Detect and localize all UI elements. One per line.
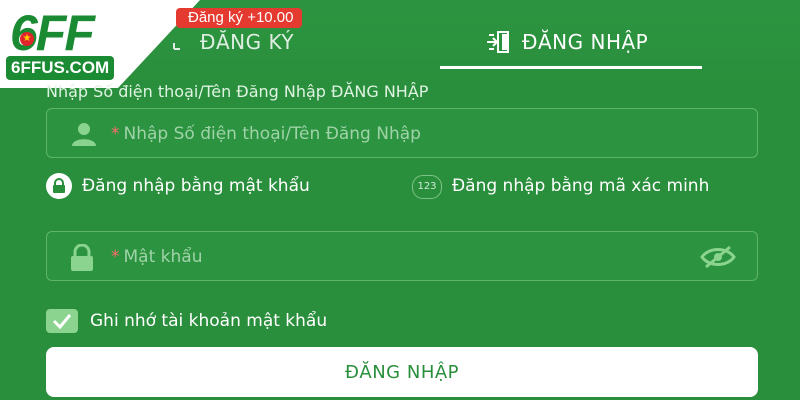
login-by-code-option[interactable]: 123 Đăng nhập bằng mã xác minh bbox=[412, 175, 732, 199]
tab-register[interactable]: ĐĂNG KÝ bbox=[172, 26, 294, 58]
username-input[interactable]: * Nhập Số điện thoại/Tên Đăng Nhập bbox=[46, 108, 758, 158]
user-add-icon bbox=[173, 43, 180, 50]
tab-login-label: ĐĂNG NHẬP bbox=[522, 30, 649, 54]
username-placeholder: Nhập Số điện thoại/Tên Đăng Nhập bbox=[123, 124, 421, 144]
remember-label: Ghi nhớ tài khoản mật khẩu bbox=[90, 311, 328, 331]
login-by-password-label: Đăng nhập bằng mật khẩu bbox=[82, 176, 310, 196]
login-door-icon bbox=[487, 31, 509, 53]
active-tab-indicator bbox=[440, 66, 702, 69]
tab-login[interactable]: ĐĂNG NHẬP bbox=[486, 26, 648, 58]
brand-domain: 6FFUS.COM bbox=[6, 56, 115, 80]
remember-checkbox[interactable] bbox=[46, 309, 78, 333]
remember-me[interactable]: Ghi nhớ tài khoản mật khẩu bbox=[46, 309, 327, 333]
flag-star-icon: ★ bbox=[20, 32, 34, 46]
register-bonus-badge: Đăng ký +10.00 bbox=[176, 8, 302, 28]
lock-icon bbox=[71, 244, 93, 271]
required-mark: * bbox=[111, 124, 120, 144]
username-section-label: Nhập Số điện thoại/Tên Đăng Nhập ĐĂNG NH… bbox=[46, 82, 429, 101]
login-by-code-label: Đăng nhập bằng mã xác minh bbox=[452, 176, 710, 196]
user-icon bbox=[72, 123, 96, 146]
login-button[interactable]: ĐĂNG NHẬP bbox=[46, 347, 758, 397]
required-mark: * bbox=[111, 247, 120, 267]
password-input[interactable]: * Mật khẩu bbox=[46, 231, 758, 281]
checkmark-icon bbox=[52, 314, 72, 329]
tab-register-label: ĐĂNG KÝ bbox=[200, 30, 295, 54]
lock-icon bbox=[46, 173, 72, 199]
code-badge: 123 bbox=[412, 175, 442, 199]
login-by-password-option[interactable]: Đăng nhập bằng mật khẩu bbox=[46, 173, 310, 199]
password-placeholder: Mật khẩu bbox=[123, 247, 203, 267]
eye-off-icon[interactable] bbox=[699, 244, 737, 270]
